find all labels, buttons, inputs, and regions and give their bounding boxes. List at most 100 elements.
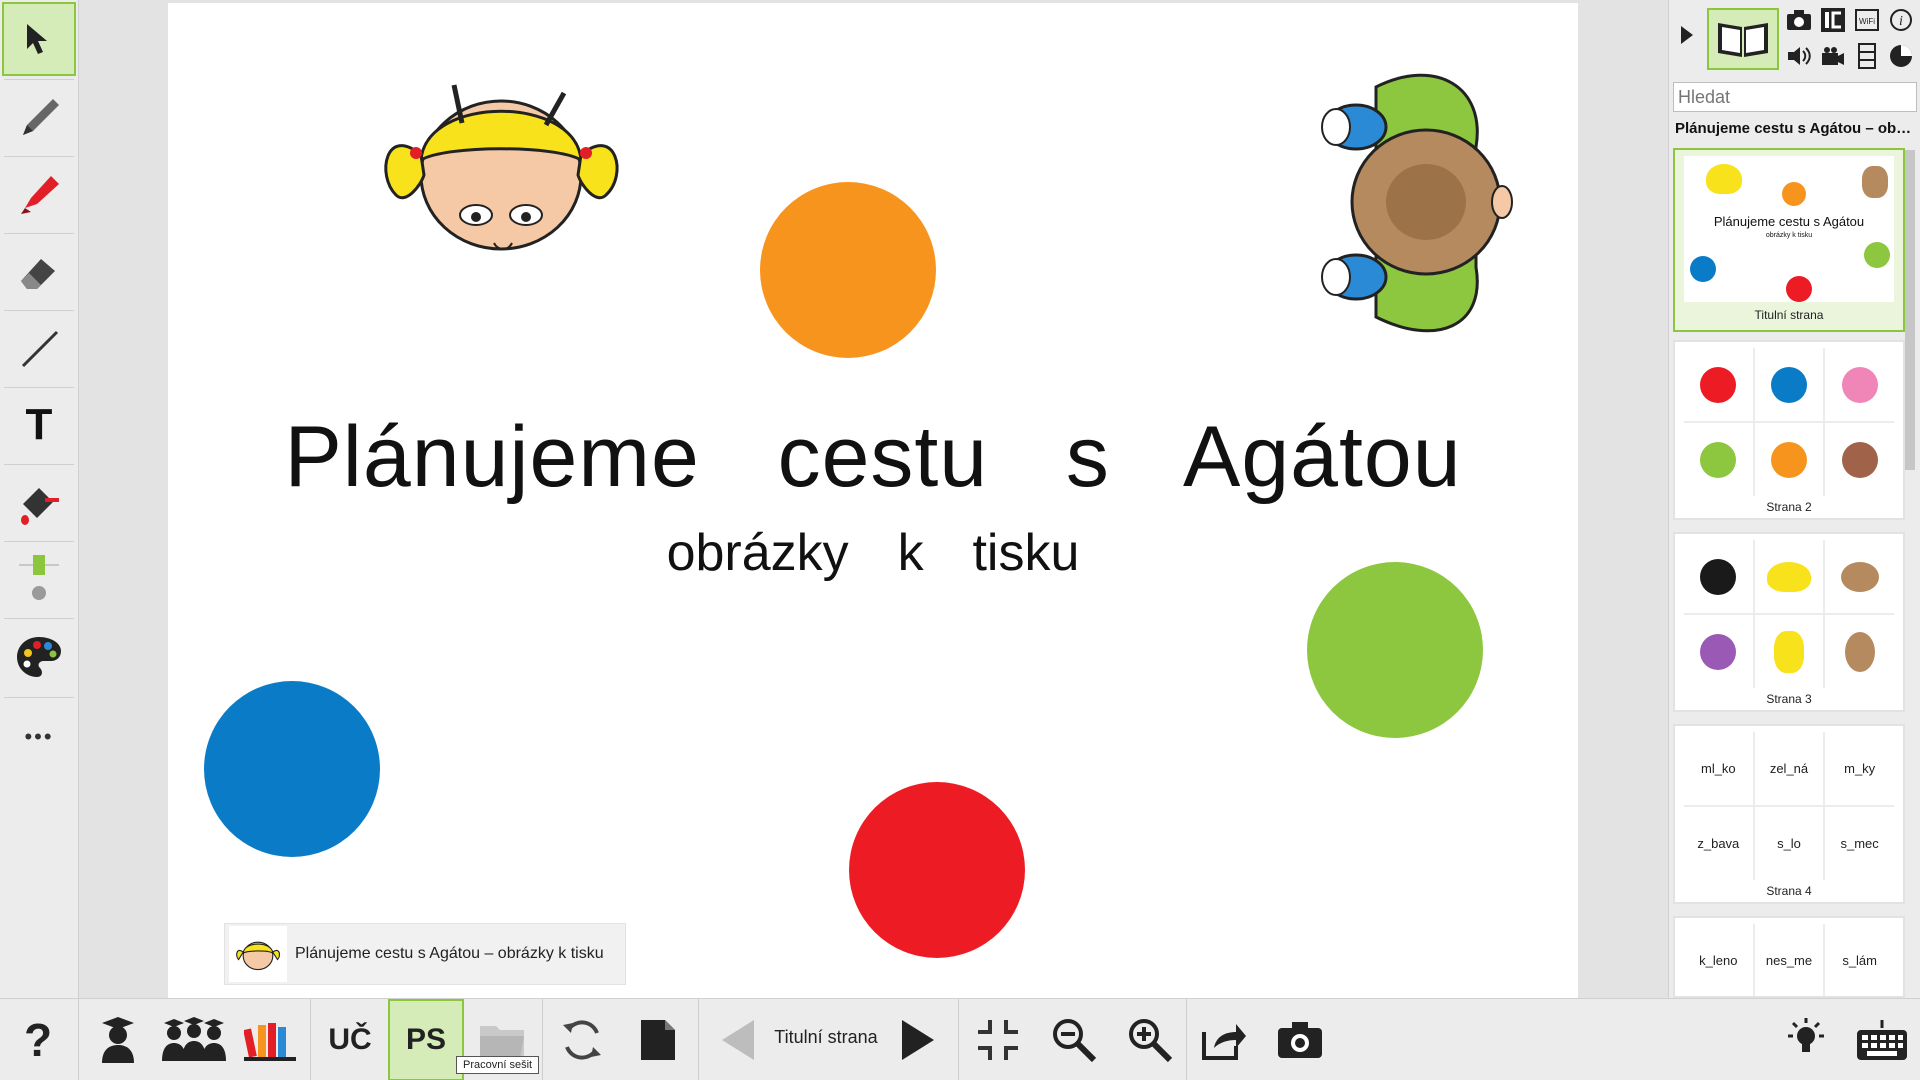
page-thumbnail-5[interactable]: k_leno nes_me s_lám — [1673, 916, 1905, 998]
page-thumbnail-1[interactable]: Plánujeme cestu s Agátou obrázky k tisku… — [1673, 148, 1905, 332]
document-chip-label: Plánujeme cestu s Agátou – obrázky k tis… — [295, 945, 604, 962]
light-bulb-icon — [1788, 1018, 1824, 1052]
speaker-icon — [1788, 47, 1811, 65]
tooltip: Pracovní sešit — [456, 1056, 540, 1074]
keyboard-icon — [1857, 1020, 1907, 1060]
uc-button[interactable]: UČ — [312, 999, 388, 1080]
rp-info-button[interactable]: i — [1885, 4, 1917, 36]
rp-film-button[interactable] — [1851, 40, 1883, 72]
library-button[interactable] — [232, 999, 308, 1080]
app-window: T ••• Plánujeme cestu s Agátou obrázky k… — [0, 0, 1920, 1080]
thumbnail-preview — [1684, 348, 1894, 496]
fill-tool[interactable] — [2, 465, 76, 539]
slide-canvas[interactable]: Plánujeme cestu s Agátou obrázky k tisku… — [168, 3, 1578, 998]
page-icon — [641, 1020, 675, 1060]
word-cell: s_mec — [1825, 807, 1894, 880]
blue-dot[interactable] — [204, 681, 380, 857]
girl-illustration — [384, 84, 619, 251]
girl-icon — [236, 941, 281, 971]
svg-text:WiFi: WiFi — [1859, 17, 1875, 26]
info-icon: i — [1890, 9, 1912, 31]
text-icon: T — [25, 400, 53, 449]
export-button[interactable] — [1186, 999, 1262, 1080]
thumbnail-preview — [1684, 540, 1894, 688]
orange-dot[interactable] — [760, 182, 936, 358]
books-icon — [244, 1023, 296, 1061]
export-icon — [1202, 1024, 1246, 1060]
next-page-button[interactable] — [880, 999, 956, 1080]
rp-camera-button[interactable] — [1783, 4, 1815, 36]
word-cell: nes_me — [1754, 924, 1824, 996]
zoom-in-button[interactable] — [1112, 999, 1188, 1080]
refresh-button[interactable] — [544, 999, 620, 1080]
zoom-in-icon — [1129, 1019, 1173, 1063]
line-width-icon — [19, 555, 59, 600]
help-button[interactable]: ? — [0, 999, 76, 1080]
book-icon — [1718, 23, 1768, 57]
word-cell: k_leno — [1684, 924, 1753, 996]
word-cell: zel_ná — [1754, 732, 1824, 805]
fit-screen-button[interactable] — [960, 999, 1036, 1080]
light-button[interactable] — [1768, 999, 1844, 1080]
zoom-out-button[interactable] — [1036, 999, 1112, 1080]
slide-subtitle: obrázky k tisku — [666, 524, 1080, 582]
eraser-tool[interactable] — [2, 234, 76, 308]
chevron-right-icon — [1681, 26, 1693, 44]
rp-sound-button[interactable] — [1783, 40, 1815, 72]
ps-button[interactable]: PS — [388, 999, 464, 1080]
thumbnail-preview: ml_ko zel_ná m_ky z_bava s_lo s_mec — [1684, 732, 1894, 880]
right-panel: WiFi i Plánujeme cestu s Agátou – obrázk… — [1668, 0, 1920, 998]
ps-label: PS — [405, 1023, 447, 1056]
bottom-toolbar: ? UČ PS Titulní strana — [0, 998, 1920, 1080]
left-toolbar: T ••• — [0, 0, 79, 998]
prev-page-icon — [722, 1020, 754, 1060]
page-thumbnail-2[interactable]: Strana 2 — [1673, 340, 1905, 520]
camera-icon — [1278, 1022, 1322, 1058]
green-dot[interactable] — [1307, 562, 1483, 738]
book-button[interactable] — [1707, 8, 1779, 70]
marker-tool[interactable] — [2, 157, 76, 231]
more-tools[interactable]: ••• — [2, 700, 76, 774]
thumbnail-preview: k_leno nes_me s_lám — [1684, 924, 1894, 996]
uc-label: UČ — [328, 1023, 372, 1056]
page-thumbnail-4[interactable]: ml_ko zel_ná m_ky z_bava s_lo s_mec Stra… — [1673, 724, 1905, 904]
word-cell: s_lám — [1825, 924, 1894, 996]
line-icon — [21, 330, 59, 368]
collapse-panel-button[interactable] — [1679, 24, 1695, 51]
select-tool[interactable] — [2, 2, 76, 76]
teacher-button[interactable] — [80, 999, 156, 1080]
line-width-tool[interactable] — [2, 542, 76, 616]
cursor-arrow-icon — [27, 24, 47, 54]
page-thumbnail-3[interactable]: Strana 3 — [1673, 532, 1905, 712]
thumbnail-caption: Strana 3 — [1766, 692, 1812, 706]
students-button[interactable] — [156, 999, 232, 1080]
eraser-icon — [21, 259, 55, 289]
document-chip[interactable]: Plánujeme cestu s Agátou – obrázky k tis… — [224, 923, 626, 985]
palette-icon — [17, 637, 61, 677]
word-cell: s_lo — [1754, 807, 1824, 880]
thumbnail-title: Plánujeme cestu s Agátou — [1713, 214, 1865, 229]
rp-video-button[interactable] — [1817, 40, 1849, 72]
help-icon: ? — [23, 1014, 53, 1066]
text-tool[interactable]: T — [2, 388, 76, 462]
rp-ic-button[interactable] — [1817, 4, 1849, 36]
search-input[interactable] — [1673, 82, 1917, 112]
zoom-out-icon — [1053, 1019, 1097, 1063]
pencil-icon — [23, 99, 59, 135]
page-button[interactable] — [620, 999, 696, 1080]
pencil-tool[interactable] — [2, 80, 76, 154]
video-camera-icon — [1822, 47, 1844, 65]
color-tool[interactable] — [2, 620, 76, 694]
word-cell: z_bava — [1684, 807, 1753, 880]
rp-chart-button[interactable] — [1885, 40, 1917, 72]
red-dot[interactable] — [849, 782, 1025, 958]
rp-wifi-button[interactable]: WiFi — [1851, 4, 1883, 36]
panel-scrollbar[interactable] — [1905, 150, 1915, 470]
current-page-label: Titulní strana — [774, 1027, 878, 1047]
screenshot-button[interactable] — [1262, 999, 1338, 1080]
keyboard-button[interactable] — [1844, 999, 1920, 1080]
thumbnail-caption: Strana 2 — [1766, 500, 1812, 514]
word-cell: ml_ko — [1684, 732, 1753, 805]
line-tool[interactable] — [2, 311, 76, 385]
thumbnail-caption: Strana 4 — [1766, 884, 1812, 898]
